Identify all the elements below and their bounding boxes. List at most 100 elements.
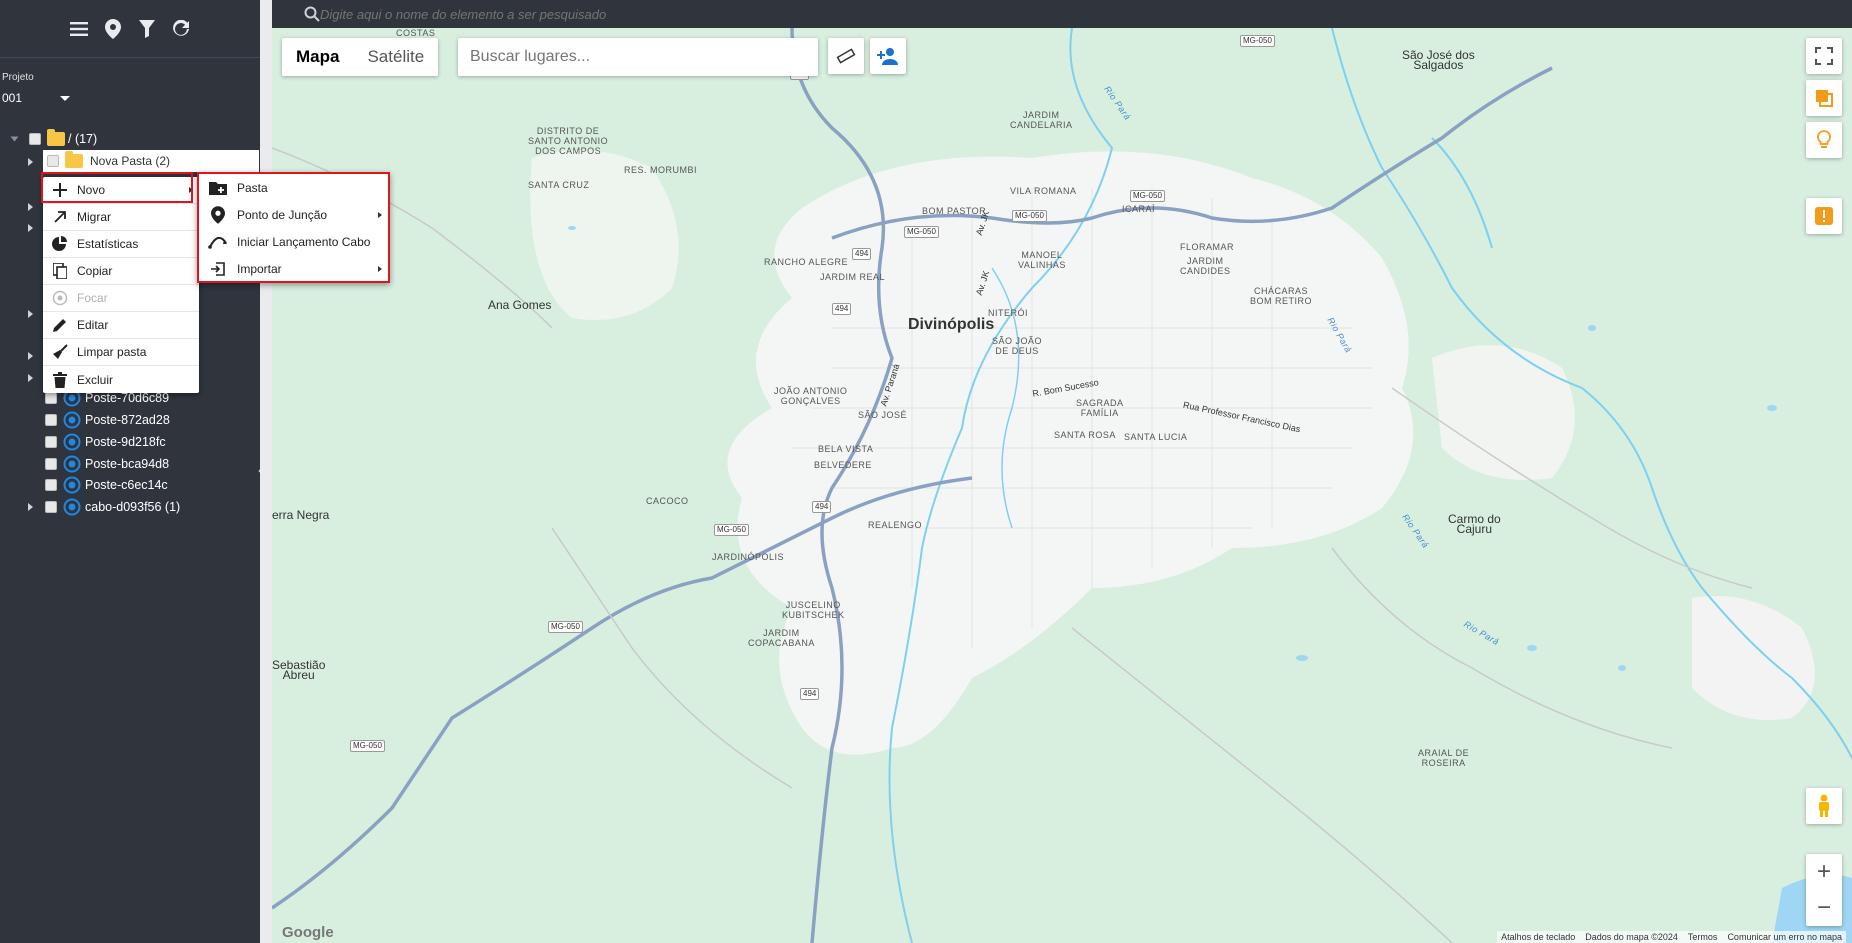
context-menu-label: Novo (77, 183, 106, 197)
road-shield: MG-050 (1240, 35, 1275, 47)
map-type-satellite-button[interactable]: Satélite (353, 38, 438, 76)
checkbox[interactable] (47, 155, 59, 167)
street-view-pegman-icon[interactable] (1806, 788, 1842, 824)
google-logo: Google (282, 924, 334, 941)
place-label: Costas (396, 28, 436, 38)
import-icon (199, 261, 237, 277)
neighborhood-label: JARDINÓPOLIS (712, 552, 785, 562)
road-shield: MG-050 (904, 226, 939, 238)
neighborhood-label: CACOCO (646, 496, 689, 506)
neighborhood-label: FLORAMAR (1180, 242, 1235, 252)
expand-icon[interactable] (28, 203, 33, 211)
road-shield: MG-050 (1012, 210, 1047, 222)
search-icon (304, 6, 320, 22)
place-label: Ana Gomes (488, 298, 552, 312)
context-menu-limpar-pasta[interactable]: Limpar pasta (43, 339, 199, 366)
sidebar-divider[interactable] (260, 0, 272, 943)
context-menu-excluir[interactable]: Excluir (43, 366, 199, 393)
submenu-label: Importar (237, 261, 282, 276)
context-menu-focar: Focar (43, 285, 199, 312)
neighborhood-label: JARDIM CANDIDES (1180, 256, 1231, 276)
list-item[interactable]: Poste-c6ec14c (28, 475, 168, 495)
road-shield: MG-050 (1130, 190, 1165, 202)
add-user-icon[interactable] (870, 38, 906, 74)
expand-icon[interactable] (10, 136, 19, 142)
context-menu-estatisticas[interactable]: Estatísticas (43, 231, 199, 258)
neighborhood-label: RANCHO ALEGRE (764, 257, 849, 267)
element-search-input[interactable] (304, 6, 904, 22)
list-item[interactable]: cabo-d093f56 (1) (28, 497, 180, 517)
submenu-pasta[interactable]: Pasta (199, 174, 388, 201)
menu-icon[interactable] (69, 19, 89, 39)
broom-icon (43, 344, 77, 360)
neighborhood-label: ARAIAL DE ROSEIRA (1418, 748, 1470, 768)
context-menu-label: Focar (77, 291, 108, 305)
map-pin-icon[interactable] (103, 18, 123, 39)
submenu-arrow-icon (378, 211, 382, 218)
refresh-icon[interactable] (171, 19, 191, 39)
context-menu-label: Estatísticas (77, 237, 139, 251)
expand-icon[interactable] (28, 374, 33, 382)
checkbox[interactable] (45, 414, 57, 426)
checkbox[interactable] (45, 479, 57, 491)
checkbox[interactable] (29, 133, 41, 145)
road-shield: MG-050 (350, 740, 385, 752)
chevron-down-icon (60, 95, 71, 101)
expand-icon[interactable] (28, 310, 33, 318)
list-item[interactable]: Poste-bca94d8 (28, 454, 169, 474)
submenu-importar[interactable]: Importar (199, 255, 388, 282)
neighborhood-label: SANTA ROSA (1054, 430, 1116, 440)
ruler-icon[interactable] (828, 38, 864, 74)
sidebar: Projeto 001 / (17) Poste-70d6c89 Poste-8… (0, 0, 267, 943)
checkbox[interactable] (45, 501, 57, 513)
checkbox[interactable] (45, 436, 57, 448)
expand-icon[interactable] (28, 158, 33, 166)
zoom-control: + − (1806, 854, 1842, 926)
zoom-out-icon[interactable]: − (1817, 890, 1831, 926)
submenu-iniciar-lancamento-cabo[interactable]: Iniciar Lançamento Cabo (199, 228, 388, 255)
element-search-bar (272, 0, 1852, 28)
project-select[interactable]: 001 (2, 91, 71, 105)
zoom-in-icon[interactable]: + (1817, 854, 1831, 890)
context-menu-copiar[interactable]: Copiar (43, 258, 199, 285)
submenu-arrow-icon (378, 265, 382, 272)
context-menu-editar[interactable]: Editar (43, 312, 199, 339)
list-item[interactable]: Poste-9d218fc (28, 432, 166, 452)
submenu-ponto-de-juncao[interactable]: Ponto de Junção (199, 201, 388, 228)
neighborhood-label: SANTA CRUZ (528, 180, 590, 190)
road-shield: MG-050 (548, 621, 583, 633)
neighborhood-label: JARDIM REAL (820, 272, 886, 282)
tree-item-nova-pasta[interactable]: Nova Pasta (2) (43, 150, 259, 172)
keyboard-shortcuts-link[interactable]: Atalhos de teclado (1501, 932, 1575, 942)
expand-icon[interactable] (28, 224, 33, 232)
sidebar-toolbar (0, 0, 260, 58)
context-menu-novo[interactable]: Novo (43, 177, 199, 204)
layers-icon[interactable] (1806, 80, 1842, 116)
pencil-icon (43, 317, 77, 333)
context-menu-label: Excluir (77, 372, 114, 387)
lightbulb-icon[interactable] (1806, 122, 1842, 158)
submenu-label: Iniciar Lançamento Cabo (237, 234, 371, 249)
list-item[interactable]: Poste-872ad28 (28, 410, 170, 430)
fullscreen-icon[interactable] (1806, 38, 1842, 74)
checkbox[interactable] (45, 458, 57, 470)
map-type-map-button[interactable]: Mapa (282, 38, 353, 76)
context-menu-migrar[interactable]: Migrar (43, 204, 199, 231)
expand-icon[interactable] (28, 352, 33, 360)
checkbox[interactable] (45, 392, 57, 404)
alert-icon[interactable] (1806, 198, 1842, 234)
plus-icon (43, 183, 77, 197)
places-search-input[interactable] (458, 38, 818, 76)
neighborhood-label: CHÁCARAS BOM RETIRO (1250, 286, 1313, 306)
filter-icon[interactable] (137, 19, 157, 39)
expand-icon[interactable] (28, 503, 33, 511)
map-canvas[interactable]: Divinópolis Ana Gomes erra Negra Sebasti… (272, 28, 1852, 943)
list-item-label: Poste-bca94d8 (85, 457, 170, 471)
report-error-link[interactable]: Comunicar um erro no mapa (1727, 932, 1842, 942)
terms-link[interactable]: Termos (1688, 932, 1718, 942)
tree-root[interactable]: / (17) (10, 129, 97, 149)
pie-chart-icon (43, 236, 77, 252)
folder-plus-icon (199, 180, 237, 195)
